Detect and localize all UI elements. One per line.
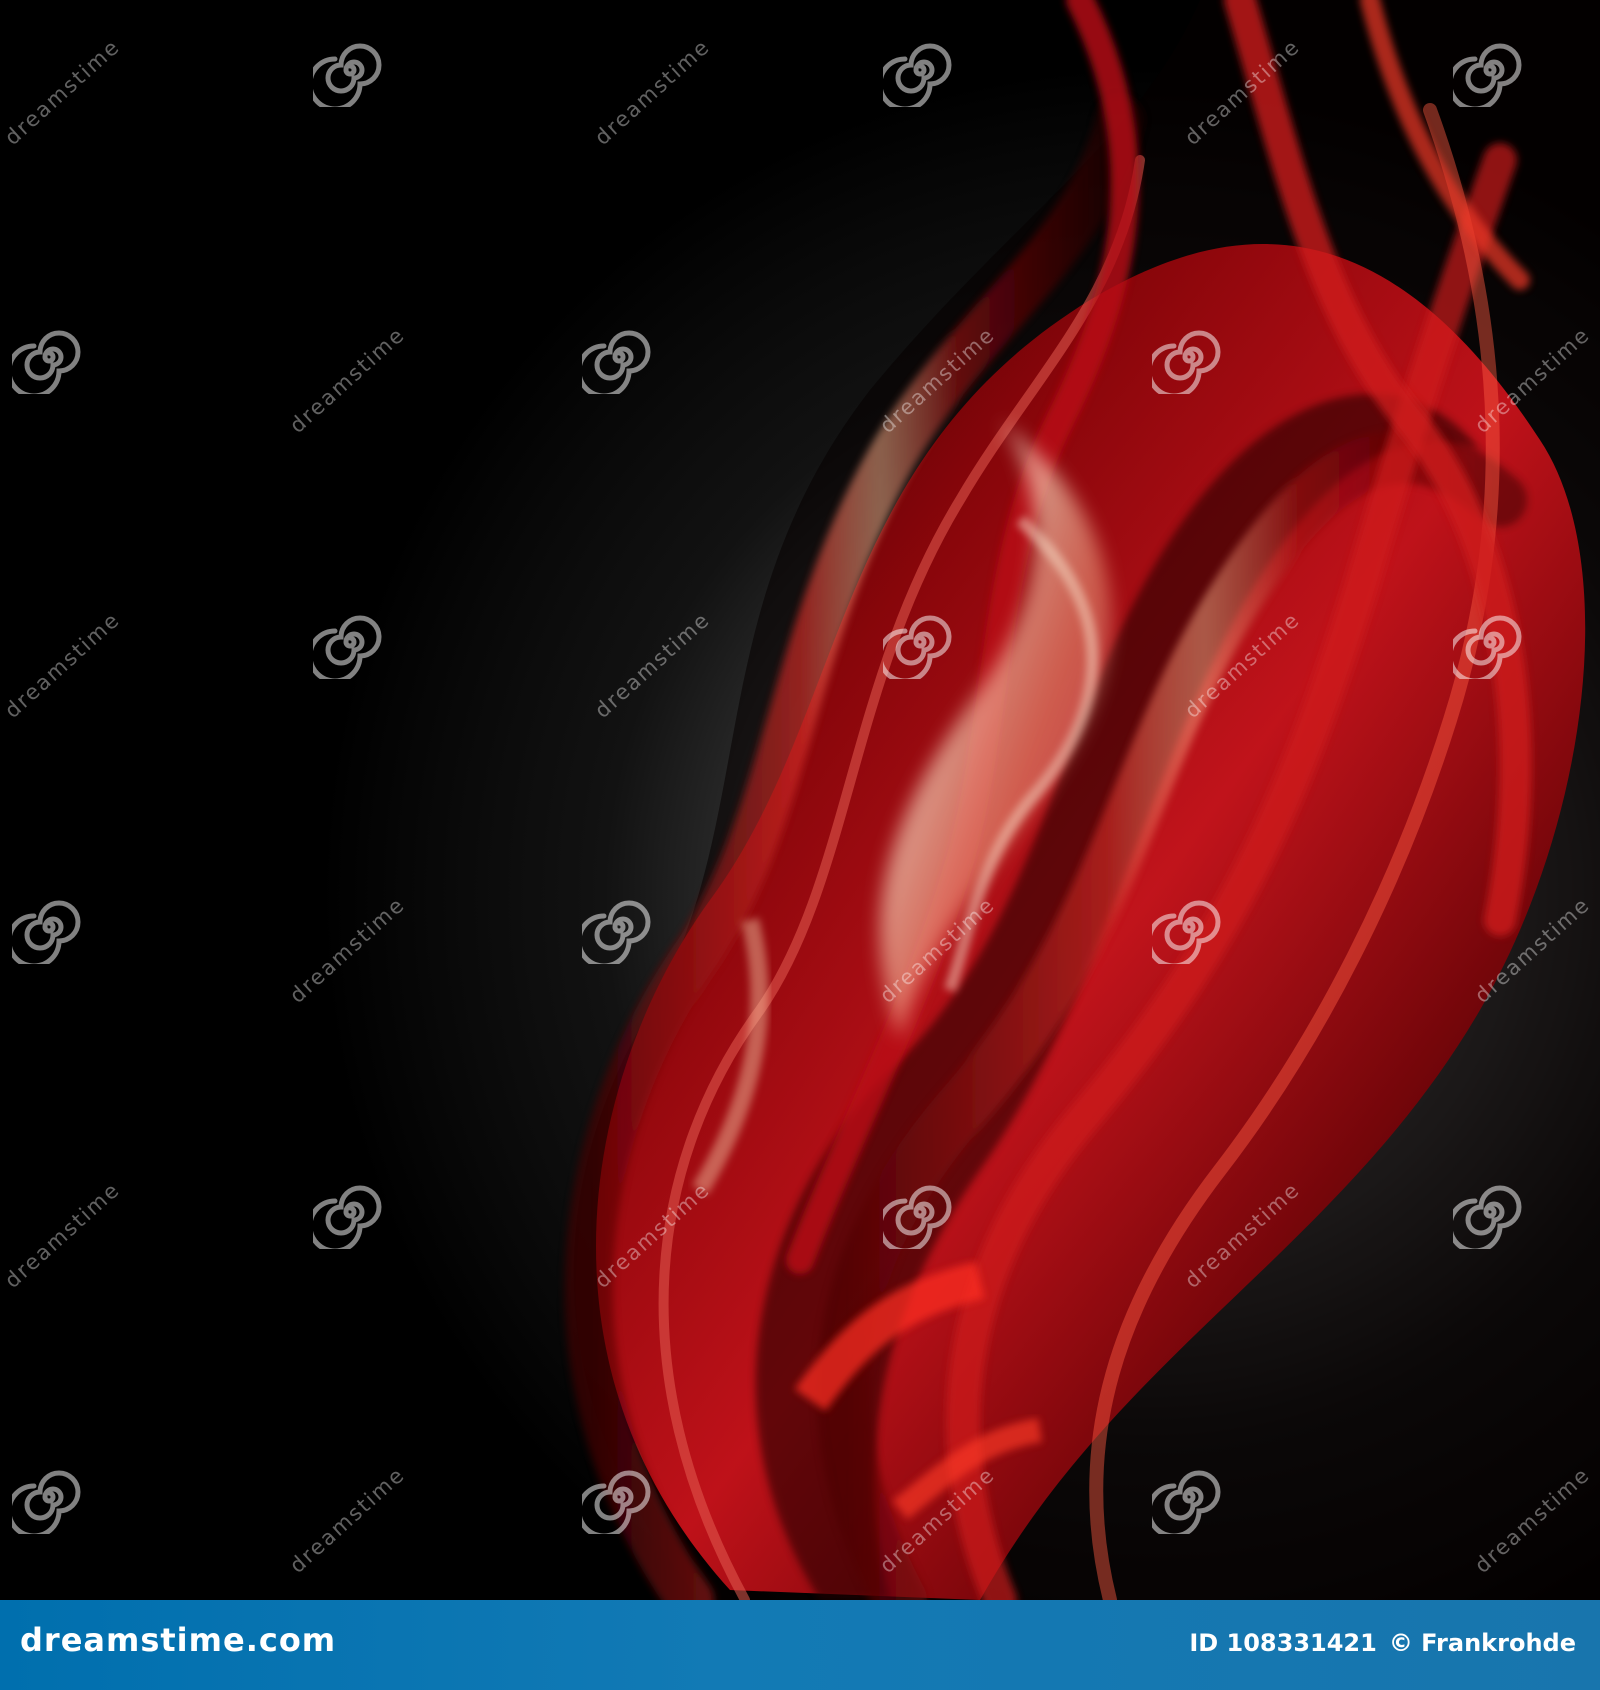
stock-image-page: dreamstime dreamstime dreamstime dreamstime… bbox=[0, 0, 1600, 1690]
abstract-red-wave-image bbox=[0, 0, 1600, 1600]
image-id-label: ID 108331421 bbox=[1189, 1629, 1377, 1657]
stock-footer-bar: dreamstime.com ID 108331421 © Frankrohde bbox=[0, 1600, 1600, 1690]
abstract-wave-artwork bbox=[0, 0, 1600, 1600]
image-metadata: ID 108331421 © Frankrohde bbox=[1189, 1631, 1576, 1655]
copyright-label: © Frankrohde bbox=[1388, 1629, 1576, 1657]
dreamstime-site-label: dreamstime.com bbox=[20, 1621, 337, 1659]
